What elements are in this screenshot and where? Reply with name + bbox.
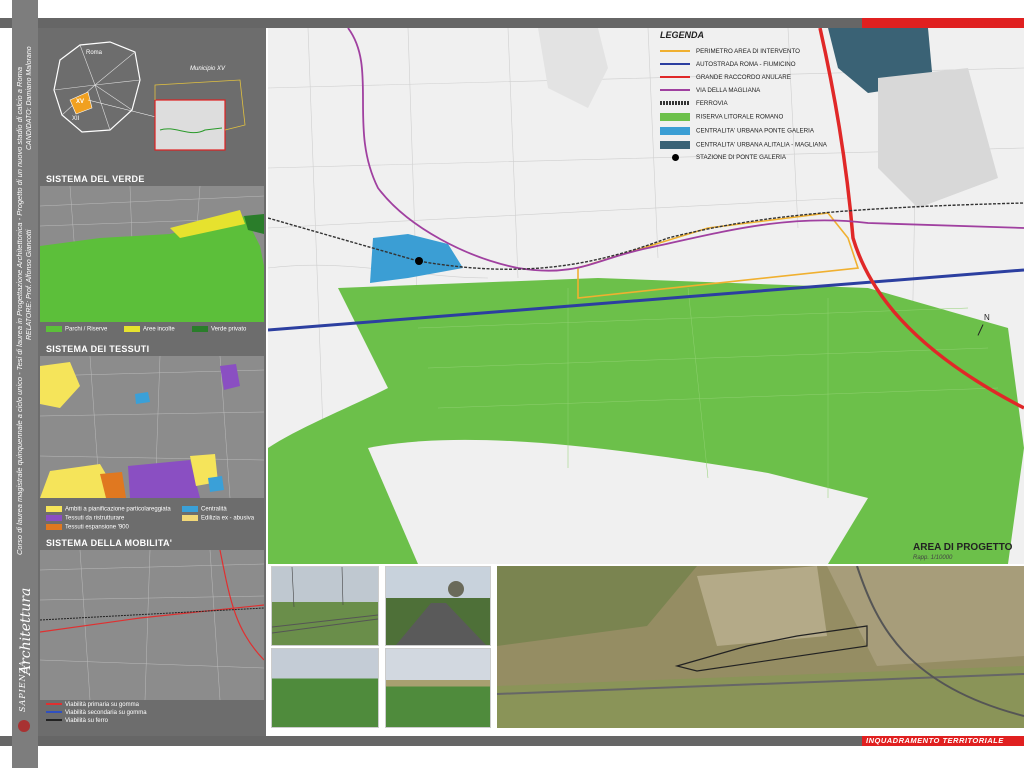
mobilita-legend-item: Viabilità su ferro [46,718,108,724]
mobilita-title: SISTEMA DELLA MOBILITA' [46,538,173,548]
footer-title: INQUADRAMENTO TERRITORIALE [866,736,1004,745]
course-text: Corso di laurea magistrale quinquennale … [15,66,24,555]
locator-city: Roma [86,50,103,56]
photo-field-1 [271,648,379,728]
university-seal-icon [18,720,30,732]
sheet-tag: TAVOLA 01 [960,17,1002,26]
supervisor-text: RELATORE: Prof. Alfonso Giancotti [26,229,33,340]
locator-zone-xv: XV [76,99,85,105]
legend-item-magliana: VIA DELLA MAGLIANA [660,87,760,94]
mobilita-legend-item: Viabilità secondaria su gomma [46,710,147,716]
photo-road [385,566,491,646]
locator-map: Roma Municipio XV XV XII [40,30,264,178]
legend-item-gra: GRANDE RACCORDO ANULARE [660,74,791,81]
tessuti-map [40,356,264,498]
mobilita-map [40,550,264,700]
verde-title: SISTEMA DEL VERDE [46,174,145,184]
legend-item-riserva: RISERVA LITORALE ROMANO [660,113,783,121]
tessuti-title: SISTEMA DEI TESSUTI [46,344,150,354]
aerial-view [497,566,1024,728]
verde-legend-item: Parchi / Riserve [46,326,107,333]
north-arrow-icon: N [984,313,990,322]
locator-municipio: Municipio XV [190,66,226,72]
legend-item-ponte-galeria: CENTRALITA' URBANA PONTE GALERIA [660,127,814,135]
photo-railway [271,566,379,646]
verde-legend-item: Aree incolte [124,326,175,333]
verde-map [40,186,264,322]
legend-item-stazione: STAZIONE DI PONTE GALERIA [660,154,786,161]
university-name: SAPIENZA [18,660,27,712]
tessuti-legend-item: Edilizia ex - abusiva [182,515,254,522]
legend-item-alitalia: CENTRALITA' URBANA ALITALIA - MAGLIANA [660,141,827,149]
station-dot-icon [671,154,679,161]
legend-item-perimetro: PERIMETRO AREA DI INTERVENTO [660,48,800,55]
area-title: AREA DI PROGETTO [913,542,1013,553]
tessuti-legend-item: Tessuti espansione '900 [46,524,129,531]
side-panel: Corso di laurea magistrale quinquennale … [12,0,38,768]
tessuti-legend-item: Centralità [182,506,227,513]
legend-item-ferrovia: FERROVIA [660,100,728,107]
tessuti-legend-item: Ambiti a pianificazione particolareggiat… [46,506,171,513]
legend-title: LEGENDA [660,30,705,40]
mobilita-legend-item: Viabilità primaria su gomma [46,702,139,708]
map-scale: Rapp. 1/10000 [913,555,953,561]
candidate-text: CANDIDATO: Damiano Malorano [26,46,33,150]
locator-zone-xii: XII [72,116,80,122]
photo-field-2 [385,648,491,728]
verde-legend: Parchi / Riserve Aree incolte Verde priv… [46,326,266,336]
mobilita-legend: Viabilità primaria su gomma Viabilità se… [46,702,266,732]
legend-item-autostrada: AUTOSTRADA ROMA - FIUMICINO [660,61,796,68]
main-map: LEGENDA PERIMETRO AREA DI INTERVENTO AUT… [267,27,1024,565]
verde-legend-item: Verde privato [192,326,246,333]
tessuti-legend: Ambiti a pianificazione particolareggiat… [46,506,266,536]
tessuti-legend-item: Tessuti da ristrutturare [46,515,124,522]
